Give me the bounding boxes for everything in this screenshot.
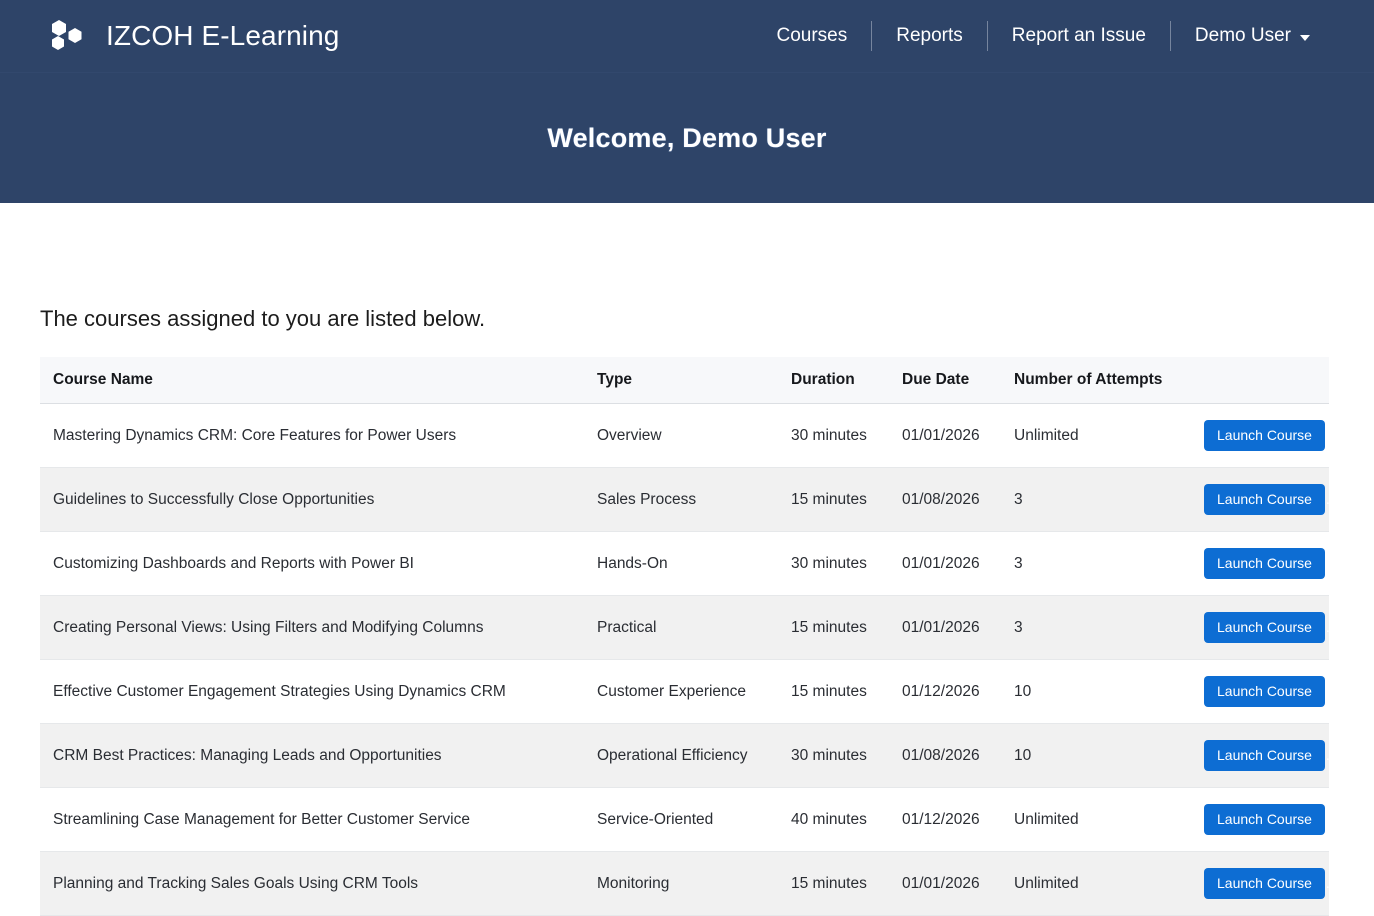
- nav-link-report-an-issue[interactable]: Report an Issue: [988, 25, 1170, 47]
- due-date-cell: 01/01/2026: [890, 595, 1002, 660]
- column-header-actions: [1192, 357, 1329, 404]
- launch-course-button[interactable]: Launch Course: [1204, 804, 1325, 835]
- due-date-cell: 01/08/2026: [890, 467, 1002, 532]
- main-content: The courses assigned to you are listed b…: [0, 203, 1374, 916]
- course-name-cell: Mastering Dynamics CRM: Core Features fo…: [40, 403, 585, 468]
- course-name-cell: Planning and Tracking Sales Goals Using …: [40, 851, 585, 916]
- attempts-cell: 3: [1002, 595, 1192, 660]
- column-header-course-name: Course Name: [40, 357, 585, 404]
- due-date-cell: 01/01/2026: [890, 403, 1002, 468]
- duration-cell: 15 minutes: [779, 659, 890, 724]
- action-cell: Launch Course: [1192, 531, 1329, 596]
- brand-name: IZCOH E-Learning: [106, 20, 340, 51]
- type-cell: Sales Process: [585, 467, 779, 532]
- duration-cell: 40 minutes: [779, 787, 890, 852]
- attempts-cell: 3: [1002, 531, 1192, 596]
- due-date-cell: 01/08/2026: [890, 723, 1002, 788]
- chevron-down-icon: [1300, 35, 1310, 41]
- type-cell: Hands-On: [585, 531, 779, 596]
- nav-link-reports[interactable]: Reports: [872, 25, 987, 47]
- table-row: Streamlining Case Management for Better …: [40, 787, 1329, 852]
- duration-cell: 15 minutes: [779, 467, 890, 532]
- course-name-cell: Guidelines to Successfully Close Opportu…: [40, 467, 585, 532]
- action-cell: Launch Course: [1192, 403, 1329, 468]
- nav-menu: Courses Reports Report an Issue Demo Use…: [753, 0, 1335, 72]
- course-name-cell: CRM Best Practices: Managing Leads and O…: [40, 723, 585, 788]
- action-cell: Launch Course: [1192, 595, 1329, 660]
- course-name-cell: Creating Personal Views: Using Filters a…: [40, 595, 585, 660]
- course-name-cell: Streamlining Case Management for Better …: [40, 787, 585, 852]
- table-row: Customizing Dashboards and Reports with …: [40, 531, 1329, 596]
- launch-course-button[interactable]: Launch Course: [1204, 868, 1325, 899]
- courses-table-body: Mastering Dynamics CRM: Core Features fo…: [40, 403, 1329, 916]
- course-name-cell: Customizing Dashboards and Reports with …: [40, 531, 585, 596]
- action-cell: Launch Course: [1192, 851, 1329, 916]
- attempts-cell: 3: [1002, 467, 1192, 532]
- type-cell: Overview: [585, 403, 779, 468]
- type-cell: Monitoring: [585, 851, 779, 916]
- attempts-cell: Unlimited: [1002, 787, 1192, 852]
- table-row: Planning and Tracking Sales Goals Using …: [40, 851, 1329, 916]
- welcome-title: Welcome, Demo User: [547, 122, 827, 153]
- nav-user-label: Demo User: [1194, 25, 1291, 46]
- due-date-cell: 01/01/2026: [890, 851, 1002, 916]
- column-header-type: Type: [585, 357, 779, 404]
- launch-course-button[interactable]: Launch Course: [1204, 548, 1325, 579]
- due-date-cell: 01/12/2026: [890, 787, 1002, 852]
- courses-table-head: Course Name Type Duration Due Date Numbe…: [40, 357, 1329, 404]
- action-cell: Launch Course: [1192, 659, 1329, 724]
- table-header-row: Course Name Type Duration Due Date Numbe…: [40, 357, 1329, 404]
- welcome-banner: Welcome, Demo User: [0, 73, 1374, 203]
- course-name-cell: Effective Customer Engagement Strategies…: [40, 659, 585, 724]
- attempts-cell: Unlimited: [1002, 851, 1192, 916]
- action-cell: Launch Course: [1192, 787, 1329, 852]
- type-cell: Customer Experience: [585, 659, 779, 724]
- column-header-duration: Duration: [779, 357, 890, 404]
- table-row: CRM Best Practices: Managing Leads and O…: [40, 723, 1329, 788]
- courses-table: Course Name Type Duration Due Date Numbe…: [40, 357, 1329, 916]
- table-row: Mastering Dynamics CRM: Core Features fo…: [40, 403, 1329, 468]
- duration-cell: 30 minutes: [779, 403, 890, 468]
- duration-cell: 30 minutes: [779, 531, 890, 596]
- table-row: Creating Personal Views: Using Filters a…: [40, 595, 1329, 660]
- intro-text: The courses assigned to you are listed b…: [40, 306, 486, 331]
- table-row: Guidelines to Successfully Close Opportu…: [40, 467, 1329, 532]
- hexagon-cluster-logo-icon: [52, 20, 82, 50]
- duration-cell: 15 minutes: [779, 595, 890, 660]
- launch-course-button[interactable]: Launch Course: [1204, 676, 1325, 707]
- launch-course-button[interactable]: Launch Course: [1204, 484, 1325, 515]
- launch-course-button[interactable]: Launch Course: [1204, 740, 1325, 771]
- nav-link-courses[interactable]: Courses: [753, 25, 872, 47]
- attempts-cell: 10: [1002, 659, 1192, 724]
- table-row: Effective Customer Engagement Strategies…: [40, 659, 1329, 724]
- attempts-cell: Unlimited: [1002, 403, 1192, 468]
- launch-course-button[interactable]: Launch Course: [1204, 612, 1325, 643]
- courses-table-wrapper: Course Name Type Duration Due Date Numbe…: [40, 357, 1334, 916]
- launch-course-button[interactable]: Launch Course: [1204, 420, 1325, 451]
- top-navbar: IZCOH E-Learning Courses Reports Report …: [0, 0, 1374, 73]
- action-cell: Launch Course: [1192, 467, 1329, 532]
- type-cell: Practical: [585, 595, 779, 660]
- type-cell: Service-Oriented: [585, 787, 779, 852]
- type-cell: Operational Efficiency: [585, 723, 779, 788]
- attempts-cell: 10: [1002, 723, 1192, 788]
- column-header-due-date: Due Date: [890, 357, 1002, 404]
- nav-link-demo-user[interactable]: Demo User: [1171, 25, 1334, 47]
- action-cell: Launch Course: [1192, 723, 1329, 788]
- column-header-attempts: Number of Attempts: [1002, 357, 1192, 404]
- brand-home-link[interactable]: IZCOH E-Learning: [48, 19, 339, 53]
- duration-cell: 30 minutes: [779, 723, 890, 788]
- due-date-cell: 01/12/2026: [890, 659, 1002, 724]
- duration-cell: 15 minutes: [779, 851, 890, 916]
- due-date-cell: 01/01/2026: [890, 531, 1002, 596]
